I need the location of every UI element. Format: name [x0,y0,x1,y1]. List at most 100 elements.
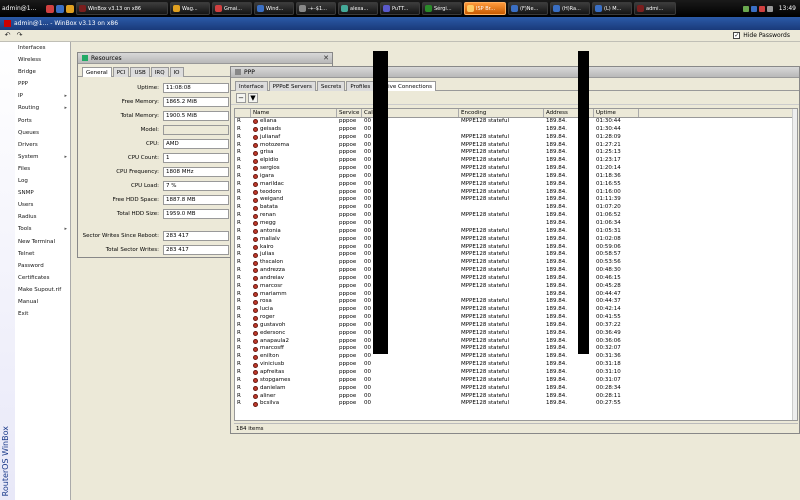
tab-pci[interactable]: PCI [112,67,130,77]
table-row[interactable]: Rjulianaf pppoe 00 MPPE128 stateful 189.84. 0… [235,134,797,142]
tab-secrets[interactable]: Secrets [316,81,346,91]
hide-passwords-checkbox[interactable]: ✓ [733,32,741,39]
taskbar-button[interactable]: WinBox v3.13 on x86 [76,2,168,15]
table-row[interactable]: Raliner pppoe 00 MPPE128 stateful 189.84. 00:… [235,393,797,401]
tab-usb[interactable]: USB [130,67,150,77]
tab-irq[interactable]: IRQ [150,67,169,77]
menu-item-users[interactable]: Users [15,199,70,211]
menu-item-drivers[interactable]: Drivers [15,139,70,151]
menu-item-password[interactable]: Password [15,260,70,272]
table-row[interactable]: Rweigand pppoe 00 MPPE128 stateful 189.84. 01… [235,196,797,204]
close-icon[interactable]: ✕ [323,54,329,62]
menu-item-make-supout-rif[interactable]: Make Supout.rif [15,284,70,296]
table-row[interactable]: Rdanielam pppoe 00 MPPE128 stateful 189.84. 0… [235,385,797,393]
taskbar-button[interactable]: alexa... [338,2,378,15]
ppp-titlebar[interactable]: PPP [231,67,799,78]
table-row[interactable]: Rapfreitas pppoe 00 MPPE128 stateful 189.84.… [235,369,797,377]
taskbar-button[interactable]: admi... [634,2,676,15]
tray-icon[interactable] [758,5,765,12]
table-row[interactable]: Rstopgames pppoe 00 MPPE128 stateful 189.84.… [235,377,797,385]
taskbar-button[interactable]: (H)Ra... [550,2,590,15]
table-row[interactable]: Ranapaula2 pppoe 00 MPPE128 stateful 189.84.… [235,338,797,346]
table-row[interactable]: Relpidio pppoe 00 MPPE128 stateful 189.84. 01… [235,157,797,165]
menu-item-exit[interactable]: Exit [15,308,70,320]
resources-titlebar[interactable]: Resources ✕ [78,53,332,64]
taskbar-button[interactable]: Wind... [254,2,294,15]
menu-item-bridge[interactable]: Bridge [15,66,70,78]
menu-item-system[interactable]: System ▸ [15,151,70,163]
minus-icon[interactable]: − [236,92,246,103]
table-row[interactable]: Rrenan pppoe 00 MPPE128 stateful 189.84. 01:0… [235,212,797,220]
redo-icon[interactable]: ↷ [15,31,24,40]
table-row[interactable]: Rbatata pppoe 00 189.84. 01:07:20 [235,204,797,212]
filter-icon[interactable]: ▼ [248,92,258,103]
table-row[interactable]: Renilton pppoe 00 MPPE128 stateful 189.84. 00… [235,353,797,361]
menu-item-telnet[interactable]: Telnet [15,248,70,260]
menu-item-files[interactable]: Files [15,163,70,175]
menu-item-interfaces[interactable]: Interfaces [15,42,70,54]
taskbar-button[interactable]: Wag... [170,2,210,15]
table-row[interactable]: Rgrisa pppoe 00 MPPE128 stateful 189.84. 01:2… [235,149,797,157]
menu-item-wireless[interactable]: Wireless [15,54,70,66]
tab-pppoe-servers[interactable]: PPPoE Servers [268,81,316,91]
table-row[interactable]: Rantonia pppoe 00 MPPE128 stateful 189.84. 01… [235,228,797,236]
tab-profiles[interactable]: Profiles [346,81,375,91]
taskbar-button[interactable]: PuTT... [380,2,420,15]
undo-icon[interactable]: ↶ [3,31,12,40]
table-row[interactable]: Rlucia pppoe 00 MPPE128 stateful 189.84. 00:4… [235,306,797,314]
table-row[interactable]: Rmarcosff pppoe 00 MPPE128 stateful 189.84. 0… [235,345,797,353]
taskbar-button[interactable]: ISP Br... [464,2,506,15]
table-row[interactable]: Rjulias pppoe 00 MPPE128 stateful 189.84. 00:… [235,251,797,259]
taskbar-button[interactable]: (L) M... [592,2,632,15]
menu-item-ip[interactable]: IP ▸ [15,90,70,102]
table-row[interactable]: Rteodoro pppoe 00 MPPE128 stateful 189.84. 01… [235,189,797,197]
column-header[interactable]: Uptime [594,109,639,117]
taskbar-button[interactable]: Sérgi... [422,2,462,15]
table-row[interactable]: Rsergios pppoe 00 MPPE128 stateful 189.84. 01… [235,165,797,173]
menu-item-radius[interactable]: Radius [15,211,70,223]
table-row[interactable]: Rgeisads pppoe 00 189.84. 01:30:44 [235,126,797,134]
tab-general[interactable]: General [82,67,112,77]
column-header[interactable]: Encoding [459,109,544,117]
scrollbar[interactable] [792,109,797,420]
table-row[interactable]: Reliana pppoe 00 MPPE128 stateful 189.84. 01:… [235,118,797,126]
tab-interface[interactable]: Interface [235,81,268,91]
menu-item-snmp[interactable]: SNMP [15,187,70,199]
taskbar-button[interactable]: Gmai... [212,2,252,15]
table-row[interactable]: Rmarcosr pppoe 00 MPPE128 stateful 189.84. 00… [235,283,797,291]
table-row[interactable]: Randrezza pppoe 00 MPPE128 stateful 189.84. 0… [235,267,797,275]
table-row[interactable]: Randreiav pppoe 00 MPPE128 stateful 189.84. 0… [235,275,797,283]
table-row[interactable]: Rthscalon pppoe 00 MPPE128 stateful 189.84. 0… [235,259,797,267]
hide-passwords[interactable]: ✓ Hide Passwords [733,32,800,39]
menu-item-ppp[interactable]: PPP [15,78,70,90]
table-row[interactable]: Rgustavoh pppoe 00 MPPE128 stateful 189.84. 0… [235,322,797,330]
quick-launch-icon[interactable] [66,4,74,13]
quick-launch-icon[interactable] [56,4,64,13]
table-row[interactable]: Rmariamm pppoe 00 189.84. 00:44:47 [235,291,797,299]
table-row[interactable]: Rviniciusb pppoe 00 MPPE128 stateful 189.84.… [235,361,797,369]
tray-icon[interactable] [742,5,749,12]
table-row[interactable]: Rmotozema pppoe 00 MPPE128 stateful 189.84. 0… [235,142,797,150]
volume-icon[interactable] [766,5,773,12]
table-row[interactable]: Rigara pppoe 00 MPPE128 stateful 189.84. 01:1… [235,173,797,181]
table-row[interactable]: Rmalialv pppoe 00 MPPE128 stateful 189.84. 01… [235,236,797,244]
menu-item-queues[interactable]: Queues [15,127,70,139]
taskbar-button[interactable]: -+-$1... [296,2,336,15]
quick-launch-icon[interactable] [46,4,54,13]
menu-item-new-terminal[interactable]: New Terminal [15,236,70,248]
menu-item-manual[interactable]: Manual [15,296,70,308]
column-header[interactable]: Service [337,109,362,117]
table-row[interactable]: Rroger pppoe 00 MPPE128 stateful 189.84. 00:4… [235,314,797,322]
menu-item-ports[interactable]: Ports [15,115,70,127]
menu-item-certificates[interactable]: Certificates [15,272,70,284]
menu-item-routing[interactable]: Routing ▸ [15,102,70,114]
table-row[interactable]: Redersonc pppoe 00 MPPE128 stateful 189.84. 0… [235,330,797,338]
menu-item-log[interactable]: Log [15,175,70,187]
menu-item-tools[interactable]: Tools ▸ [15,223,70,235]
taskbar-button[interactable]: (F)Ne... [508,2,548,15]
tab-io[interactable]: IO [169,67,184,77]
table-row[interactable]: Rkairo pppoe 00 MPPE128 stateful 189.84. 00:5… [235,244,797,252]
table-row[interactable]: Rmarildac pppoe 00 MPPE128 stateful 189.84. 0… [235,181,797,189]
column-header[interactable]: Name [251,109,337,117]
table-row[interactable]: Rrosa pppoe 00 MPPE128 stateful 189.84. 00:44… [235,298,797,306]
